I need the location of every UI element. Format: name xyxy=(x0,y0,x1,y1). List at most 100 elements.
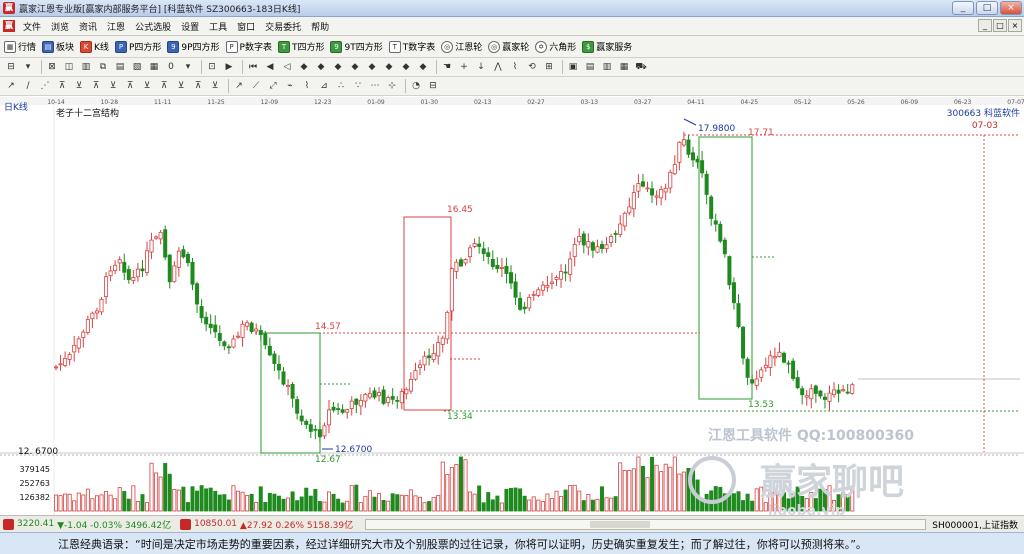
tool-icon[interactable]: ◆ xyxy=(382,60,396,74)
menu-help[interactable]: 帮助 xyxy=(306,20,334,33)
toolbar-dollar-button[interactable]: $ 赢家服务 xyxy=(582,40,632,53)
tool-icon[interactable]: ⌇ xyxy=(300,79,314,93)
tool-icon[interactable]: ⊡ xyxy=(205,60,219,74)
tool-icon[interactable]: ⊼ xyxy=(55,79,69,93)
toolbar-table-p-button[interactable]: P P数字表 xyxy=(225,40,272,53)
tool-icon[interactable]: ▧ xyxy=(130,60,144,74)
tool-icon[interactable]: ▦ xyxy=(147,60,161,74)
tool-icon[interactable]: ⊹ xyxy=(385,79,399,93)
tool-icon[interactable]: ▾ xyxy=(181,60,195,74)
menu-gann[interactable]: 江恩 xyxy=(102,20,130,33)
tool-icon[interactable]: ⟋ xyxy=(249,79,263,93)
k-line-chart[interactable]: 10-14 10-28 11-11 11-25 12-09 12-23 01-09 01-30… xyxy=(0,97,1024,515)
tool-icon[interactable]: ⧉ xyxy=(96,60,110,74)
doc-restore-button[interactable]: □ xyxy=(993,19,1007,32)
candle-body xyxy=(659,188,664,199)
menu-tools[interactable]: 工具 xyxy=(204,20,232,33)
tool-icon[interactable]: ◆ xyxy=(365,60,379,74)
tool-icon[interactable]: ⊟ xyxy=(426,79,440,93)
tool-icon[interactable]: ⟲ xyxy=(525,60,539,74)
tool-icon[interactable]: ⊻ xyxy=(140,79,154,93)
tool-icon[interactable]: ▤ xyxy=(113,60,127,74)
doc-minimize-button[interactable]: _ xyxy=(978,19,992,32)
document-icon[interactable]: 赢 xyxy=(3,20,15,32)
tool-icon[interactable]: ∕ xyxy=(21,79,35,93)
tool-icon[interactable]: ⊼ xyxy=(123,79,137,93)
tool-icon[interactable]: 0 xyxy=(164,60,178,74)
sz-index-cell[interactable]: 10850.01 ▲27.92 0.26% 5158.39亿 xyxy=(177,518,353,531)
toolbar-square-9t-button[interactable]: 9 9T四方形 xyxy=(330,40,383,53)
tool-icon[interactable]: ⊻ xyxy=(174,79,188,93)
toolbar-wheel-button[interactable]: ◎ 江恩轮 xyxy=(441,40,482,53)
toolbar-table-t-button[interactable]: T T数字表 xyxy=(388,40,435,53)
tool-icon[interactable]: ⊠ xyxy=(45,60,59,74)
tool-icon[interactable]: ⌇ xyxy=(508,60,522,74)
chart-svg[interactable]: 10-14 10-28 11-11 11-25 12-09 12-23 01-09 01-30… xyxy=(0,97,1024,515)
toolbar-square-t-button[interactable]: T T四方形 xyxy=(277,40,324,53)
tool-icon[interactable]: ⊻ xyxy=(208,79,222,93)
toolbar-blocks-button[interactable]: ▤ 板块 xyxy=(42,40,74,53)
tool-icon[interactable]: ⏮ xyxy=(246,60,260,74)
tool-icon[interactable]: ⤢ xyxy=(266,79,280,93)
tool-icon[interactable]: ↓ xyxy=(474,60,488,74)
menu-window[interactable]: 窗口 xyxy=(232,20,260,33)
tool-icon[interactable]: ⋀ xyxy=(491,60,505,74)
menu-formula-screen[interactable]: 公式选股 xyxy=(130,20,176,33)
tool-icon[interactable]: ◆ xyxy=(399,60,413,74)
tool-icon[interactable]: ↗ xyxy=(4,79,18,93)
tool-icon[interactable]: + xyxy=(457,60,471,74)
tool-icon[interactable]: ▤ xyxy=(583,60,597,74)
maximize-button[interactable]: □ xyxy=(976,1,998,15)
menu-file[interactable]: 文件 xyxy=(18,20,46,33)
tool-icon[interactable]: ◆ xyxy=(314,60,328,74)
tool-icon[interactable]: ☚ xyxy=(440,60,454,74)
menu-trade[interactable]: 交易委托 xyxy=(260,20,306,33)
close-button[interactable]: × xyxy=(1000,1,1022,15)
tool-icon[interactable]: ∴ xyxy=(334,79,348,93)
tool-icon[interactable]: ⊞ xyxy=(542,60,556,74)
tool-icon[interactable]: ↗ xyxy=(232,79,246,93)
candle-body xyxy=(185,253,190,264)
tool-icon[interactable]: ◆ xyxy=(297,60,311,74)
candle-body xyxy=(490,258,495,267)
tool-icon[interactable]: ⊼ xyxy=(191,79,205,93)
toolbar-candle-button[interactable]: K K线 xyxy=(80,40,109,53)
minimize-button[interactable]: _ xyxy=(952,1,974,15)
menu-settings[interactable]: 设置 xyxy=(176,20,204,33)
tool-icon[interactable]: ◔ xyxy=(409,79,423,93)
tool-icon[interactable]: ∵ xyxy=(351,79,365,93)
tool-icon[interactable]: ▶ xyxy=(222,60,236,74)
tool-icon[interactable]: ⊟ xyxy=(4,60,18,74)
tool-icon[interactable]: ⊼ xyxy=(157,79,171,93)
tool-icon[interactable]: ◀ xyxy=(263,60,277,74)
tool-icon[interactable]: ⊼ xyxy=(89,79,103,93)
tool-icon[interactable]: ◆ xyxy=(348,60,362,74)
menu-browse[interactable]: 浏览 xyxy=(46,20,74,33)
tool-icon[interactable]: ▥ xyxy=(79,60,93,74)
tool-icon[interactable]: ◆ xyxy=(416,60,430,74)
date-tick-label: 03-13 xyxy=(581,99,599,106)
menu-news[interactable]: 资讯 xyxy=(74,20,102,33)
tool-icon[interactable]: ⋰ xyxy=(38,79,52,93)
toolbar-square-p-button[interactable]: P P四方形 xyxy=(114,40,161,53)
status-scrollbar[interactable] xyxy=(365,518,927,530)
toolbar-hexagon-button[interactable]: ✡ 六角形 xyxy=(535,40,576,53)
toolbar-winwheel-button[interactable]: ◎ 赢家轮 xyxy=(488,40,529,53)
tool-icon[interactable]: ▾ xyxy=(21,60,35,74)
tool-icon[interactable]: ⊿ xyxy=(317,79,331,93)
tool-icon[interactable]: ◫ xyxy=(62,60,76,74)
toolbar-square-9p-button[interactable]: 9 9P四方形 xyxy=(167,40,220,53)
tool-icon[interactable]: ⋯ xyxy=(368,79,382,93)
tool-icon[interactable]: ⌁ xyxy=(283,79,297,93)
tool-icon[interactable]: ⛟ xyxy=(634,60,648,74)
tool-icon[interactable]: ◆ xyxy=(331,60,345,74)
toolbar-grid-button[interactable]: ▦ 行情 xyxy=(4,40,36,53)
tool-icon[interactable]: ▦ xyxy=(617,60,631,74)
tool-icon[interactable]: ⊻ xyxy=(106,79,120,93)
doc-close-button[interactable]: × xyxy=(1008,19,1022,32)
tool-icon[interactable]: ⊻ xyxy=(72,79,86,93)
tool-icon[interactable]: ▥ xyxy=(600,60,614,74)
tool-icon[interactable]: ◁ xyxy=(280,60,294,74)
tool-icon[interactable]: ▣ xyxy=(566,60,580,74)
sh-index-cell[interactable]: 3220.41 ▼-1.04 -0.03% 3496.42亿 xyxy=(0,518,171,531)
